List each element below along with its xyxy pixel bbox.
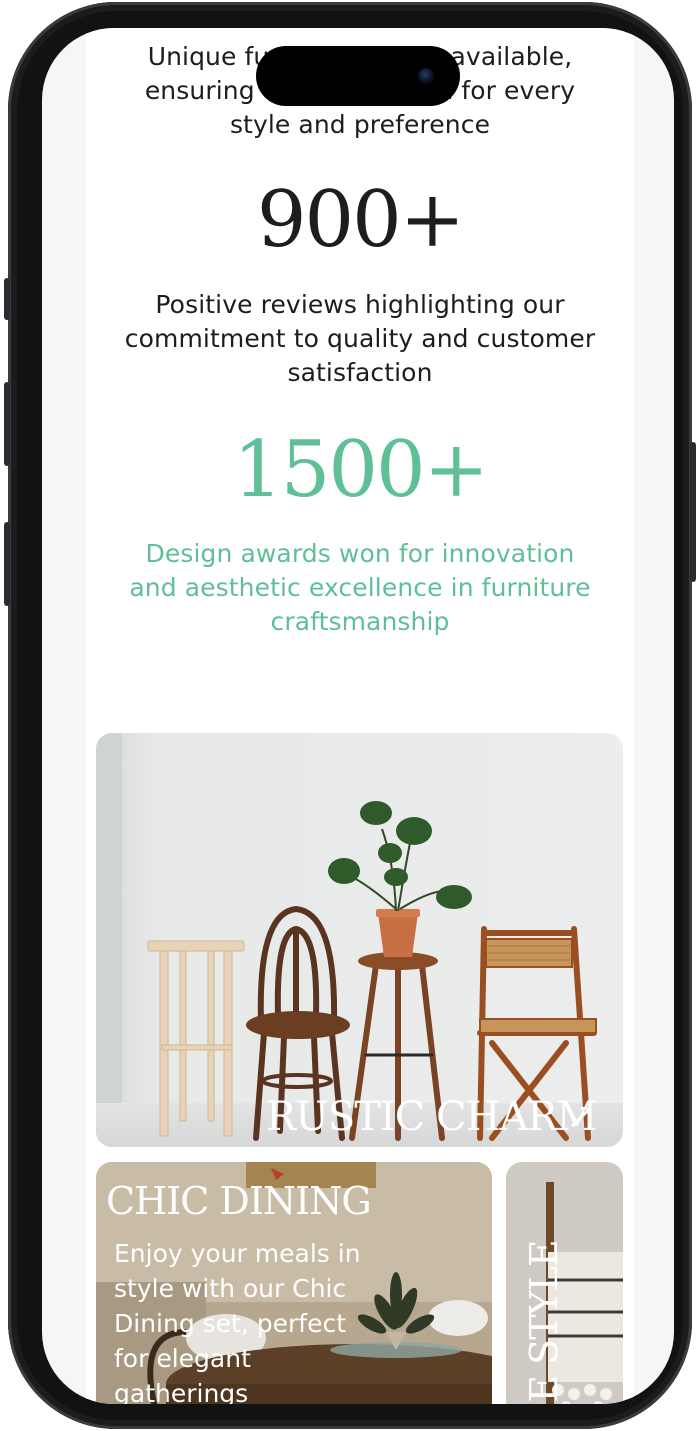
- camera-icon: [418, 68, 434, 84]
- awards-line-2: and aesthetic excellence in furniture: [129, 573, 591, 602]
- screen: Unique furniture pieces available, ensur…: [42, 28, 674, 1404]
- rustic-charm-card[interactable]: RUSTIC CHARM ↗: [96, 733, 623, 1147]
- action-button: [4, 278, 10, 320]
- page-content: Unique furniture pieces available, ensur…: [86, 28, 634, 1404]
- volume-down-button: [4, 522, 10, 606]
- volume-up-button: [4, 382, 10, 466]
- awards-stat-value: 1500+: [233, 425, 489, 515]
- awards-line-3: craftsmanship: [270, 607, 450, 636]
- phone-frame: Unique furniture pieces available, ensur…: [4, 2, 696, 1429]
- chic-dining-desc-line-4: for elegant: [114, 1344, 251, 1373]
- vintage-style-title: GE STYLE: [522, 1240, 566, 1404]
- arrow-up-right-icon[interactable]: ↗: [566, 1095, 596, 1139]
- power-button: [690, 442, 696, 582]
- chic-dining-desc-line-3: Dining set, perfect: [114, 1309, 347, 1338]
- chic-dining-desc-line-5: gatherings: [114, 1379, 249, 1404]
- chic-dining-desc-line-2: style with our Chic: [114, 1274, 347, 1303]
- reviews-line-1: Positive reviews highlighting our: [155, 290, 565, 319]
- rustic-charm-image: [96, 733, 623, 1147]
- vintage-style-card[interactable]: GE STYLE: [506, 1162, 623, 1404]
- intro-line-3: style and preference: [229, 110, 491, 139]
- chic-dining-card[interactable]: CHIC DINING Enjoy your meals in style wi…: [96, 1162, 492, 1404]
- reviews-line-3: satisfaction: [287, 358, 433, 387]
- awards-line-1: Design awards won for innovation: [145, 539, 575, 568]
- chic-dining-desc-line-1: Enjoy your meals in: [114, 1239, 361, 1268]
- rustic-charm-title: RUSTIC CHARM: [266, 1094, 597, 1140]
- reviews-line-2: commitment to quality and customer: [124, 324, 596, 353]
- dynamic-island: [256, 46, 460, 106]
- reviews-stat-value: 900+: [256, 175, 465, 265]
- chic-dining-title: CHIC DINING: [106, 1179, 372, 1223]
